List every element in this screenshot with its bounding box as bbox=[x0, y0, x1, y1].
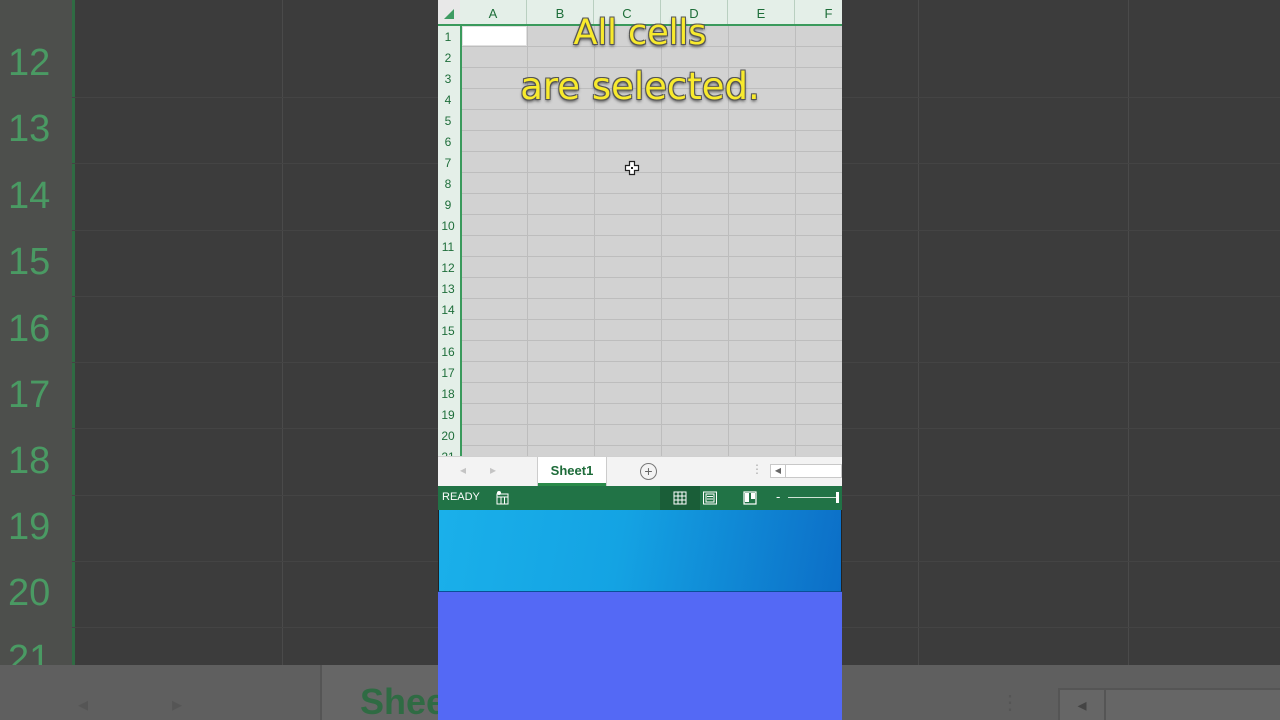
row-header[interactable]: 20 bbox=[438, 429, 458, 443]
row-header[interactable]: 8 bbox=[438, 177, 458, 191]
tab-scroll-left-icon[interactable]: ◂ bbox=[460, 463, 466, 477]
bg-sheet-tab-label: Shee bbox=[360, 681, 447, 720]
row-header[interactable]: 12 bbox=[438, 261, 458, 275]
row-header[interactable]: 16 bbox=[438, 345, 458, 359]
bg-row-number: 19 bbox=[8, 506, 51, 548]
status-bar: READY - bbox=[438, 486, 842, 510]
row-header[interactable]: 17 bbox=[438, 366, 458, 380]
worksheet-area: A B C D E F 1 2 3 4 5 6 7 8 9 10 11 12 1… bbox=[438, 0, 842, 456]
caption-line-1: All cells bbox=[573, 13, 707, 53]
gridline bbox=[462, 256, 842, 257]
bg-row-number: 18 bbox=[8, 440, 51, 482]
caption-line-2: are selected. bbox=[520, 65, 760, 108]
row-header[interactable]: 10 bbox=[438, 219, 458, 233]
bg-row-number: 13 bbox=[8, 108, 51, 150]
excel-window: A B C D E F 1 2 3 4 5 6 7 8 9 10 11 12 1… bbox=[438, 0, 842, 720]
bg-gridline bbox=[1128, 0, 1129, 665]
bg-sheet-tab: Shee bbox=[320, 665, 446, 720]
row-header[interactable]: 9 bbox=[438, 198, 458, 212]
bg-gridline bbox=[918, 0, 919, 665]
row-header[interactable]: 2 bbox=[438, 51, 458, 65]
gridline bbox=[462, 424, 842, 425]
zoom-slider-track[interactable] bbox=[788, 497, 838, 498]
row-header[interactable]: 7 bbox=[438, 156, 458, 170]
sheet-tab-sheet1[interactable]: Sheet1 bbox=[538, 457, 606, 486]
gridline bbox=[462, 340, 842, 341]
tab-scroll-right-icon[interactable]: ▸ bbox=[490, 463, 496, 477]
gridline bbox=[462, 277, 842, 278]
bg-row-number: 16 bbox=[8, 308, 51, 350]
bg-dots-icon: ⋮ bbox=[1000, 692, 1020, 714]
desktop-background-strip bbox=[438, 510, 842, 592]
gridline bbox=[462, 130, 842, 131]
scroll-left-icon[interactable]: ◀ bbox=[771, 465, 786, 477]
bg-row-number: 20 bbox=[8, 572, 51, 614]
gridline bbox=[462, 109, 842, 110]
zoom-slider-thumb[interactable] bbox=[836, 492, 839, 503]
gridline bbox=[462, 193, 842, 194]
cell-select-cursor-icon bbox=[624, 160, 640, 176]
row-header[interactable]: 11 bbox=[438, 240, 458, 254]
row-header[interactable]: 5 bbox=[438, 114, 458, 128]
bg-row-number: 15 bbox=[8, 241, 51, 283]
normal-view-button[interactable] bbox=[660, 486, 700, 510]
bg-row-number: 17 bbox=[8, 374, 51, 416]
bg-nav-right-icon: ▸ bbox=[172, 694, 183, 716]
row-header[interactable]: 13 bbox=[438, 282, 458, 296]
macro-record-icon[interactable] bbox=[495, 490, 511, 506]
row-header[interactable]: 6 bbox=[438, 135, 458, 149]
normal-view-icon bbox=[673, 491, 687, 505]
gridline bbox=[462, 403, 842, 404]
row-header[interactable]: 18 bbox=[438, 387, 458, 401]
page-break-preview-icon[interactable] bbox=[742, 490, 758, 506]
gridline bbox=[462, 214, 842, 215]
tab-splitter-icon[interactable]: ⋮ bbox=[751, 462, 763, 476]
zoom-out-button[interactable]: - bbox=[776, 489, 780, 504]
lower-blue-panel bbox=[438, 592, 842, 720]
gridline bbox=[462, 445, 842, 446]
gridline bbox=[462, 361, 842, 362]
bg-scroll-left-icon: ◂ bbox=[1060, 690, 1106, 720]
gridline bbox=[462, 235, 842, 236]
row-header[interactable]: 15 bbox=[438, 324, 458, 338]
gridline bbox=[462, 319, 842, 320]
page-layout-icon[interactable] bbox=[702, 490, 718, 506]
row-header[interactable]: 19 bbox=[438, 408, 458, 422]
sheet-tab-bar: ◂ ▸ Sheet1 + ⋮ ◀ bbox=[438, 456, 842, 487]
gridline bbox=[462, 151, 842, 152]
plus-circle-icon[interactable]: + bbox=[640, 463, 657, 480]
bg-row-number: 14 bbox=[8, 175, 51, 217]
bg-gridline bbox=[282, 0, 283, 665]
gridline bbox=[462, 172, 842, 173]
horizontal-scrollbar[interactable]: ◀ bbox=[770, 464, 842, 478]
status-mode: READY bbox=[442, 491, 480, 503]
row-header[interactable]: 14 bbox=[438, 303, 458, 317]
bg-row-number: 12 bbox=[8, 42, 51, 84]
gridline bbox=[462, 382, 842, 383]
bg-nav-left-icon: ◂ bbox=[78, 694, 89, 716]
gridline bbox=[462, 298, 842, 299]
